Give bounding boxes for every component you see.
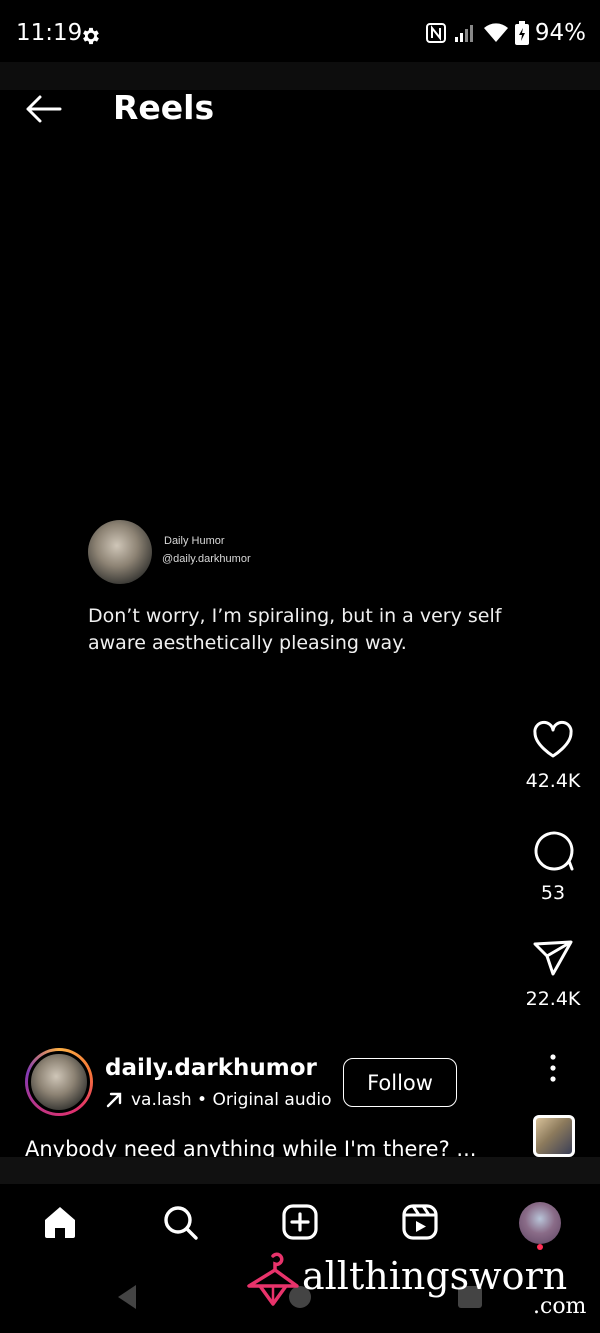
gear-icon — [83, 27, 99, 45]
audio-info[interactable]: va.lash • Original audio — [105, 1090, 332, 1110]
heart-icon[interactable] — [531, 720, 575, 760]
search-icon[interactable] — [160, 1202, 200, 1242]
author-avatar-image — [28, 1051, 90, 1113]
hanger-logo-icon — [247, 1252, 299, 1306]
author-avatar[interactable] — [25, 1048, 93, 1116]
create-icon[interactable] — [280, 1202, 320, 1242]
system-back-icon[interactable] — [116, 1284, 138, 1310]
post-text: Don’t worry, I’m spiraling, but in a ver… — [88, 605, 502, 654]
arrow-left-icon[interactable] — [24, 94, 62, 124]
nav-divider — [0, 1157, 600, 1184]
share-button[interactable]: 22.4K — [515, 938, 591, 1010]
home-icon[interactable] — [40, 1202, 80, 1242]
battery-percent: 94% — [534, 20, 586, 46]
like-button[interactable]: 42.4K — [515, 720, 591, 792]
status-icons: 94% — [425, 20, 586, 46]
audio-thumbnail[interactable] — [533, 1115, 575, 1157]
audio-label: va.lash • Original audio — [131, 1090, 332, 1110]
status-time: 11:19 — [16, 20, 83, 46]
notification-dot — [537, 1244, 543, 1250]
page-title: Reels — [113, 88, 215, 127]
bottom-nav — [0, 1184, 600, 1264]
profile-avatar[interactable] — [519, 1202, 561, 1244]
reels-icon[interactable] — [400, 1202, 440, 1242]
comment-count: 53 — [540, 882, 566, 904]
post-author-handle: @daily.darkhumor — [162, 553, 251, 565]
more-options-icon[interactable] — [543, 1053, 563, 1083]
wifi-icon — [483, 23, 508, 42]
watermark-suffix: .com — [533, 1294, 587, 1319]
nfc-icon — [425, 23, 446, 43]
status-bar: 11:19 94% — [0, 0, 600, 62]
send-icon[interactable] — [531, 938, 575, 978]
signal-icon — [454, 25, 473, 42]
post-avatar — [88, 520, 152, 584]
follow-button[interactable]: Follow — [343, 1058, 457, 1107]
watermark-text: allthingsworn — [302, 1254, 568, 1298]
post-author-name: Daily Humor — [164, 535, 225, 547]
reels-header: Reels — [0, 88, 600, 134]
comment-button[interactable]: 53 — [515, 828, 591, 904]
top-divider — [0, 62, 600, 90]
comment-icon[interactable] — [531, 828, 575, 872]
share-count: 22.4K — [525, 988, 581, 1010]
battery-icon — [514, 21, 529, 45]
author-username[interactable]: daily.darkhumor — [105, 1055, 317, 1081]
like-count: 42.4K — [525, 770, 581, 792]
arrow-up-right-icon — [106, 1092, 122, 1108]
